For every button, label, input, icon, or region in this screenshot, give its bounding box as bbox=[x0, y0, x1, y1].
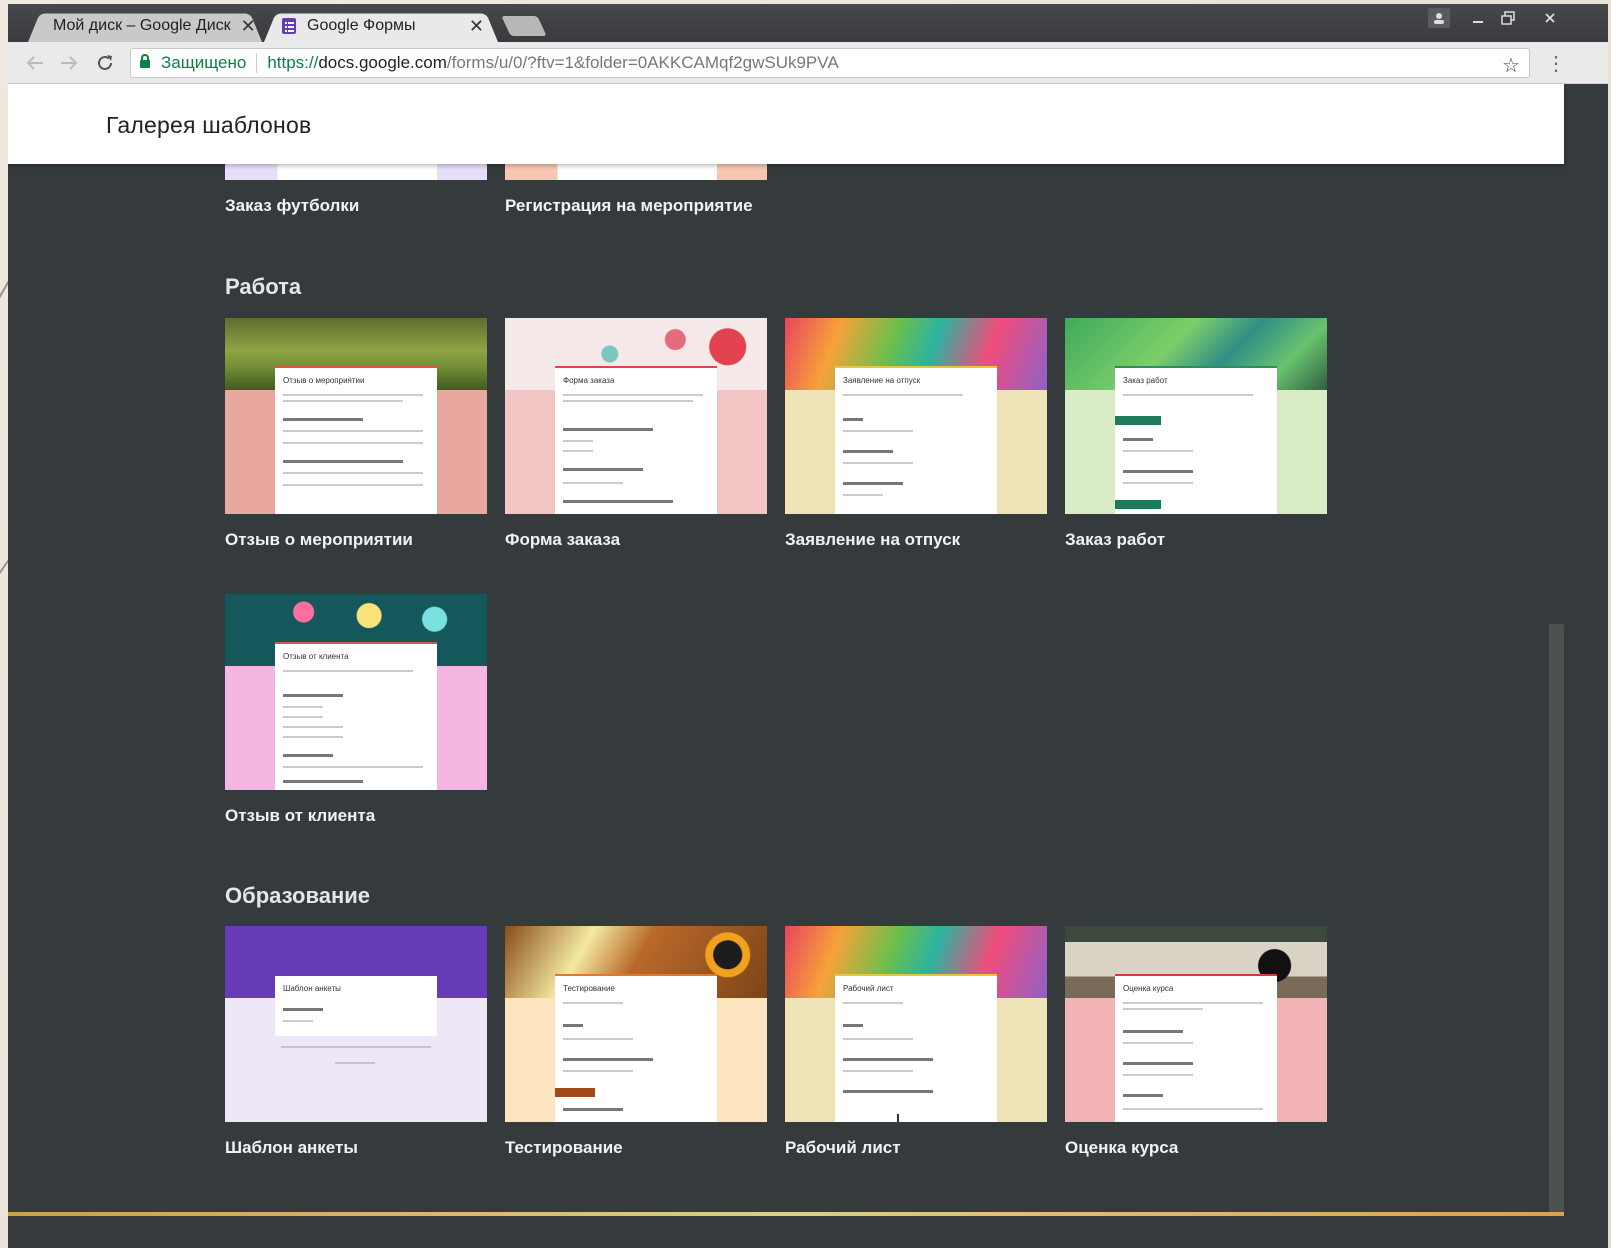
preview-title: Шаблон анкеты bbox=[283, 984, 341, 993]
template-label[interactable]: Отзыв о мероприятии bbox=[225, 530, 413, 550]
bookmark-star-icon[interactable]: ☆ bbox=[1502, 53, 1520, 78]
url-path: /forms/u/0/?ftv=1&folder=0AKKCAMqf2gwSUk… bbox=[446, 53, 839, 72]
template-card-event-feedback[interactable]: Отзыв о мероприятии bbox=[225, 318, 487, 514]
preview-title: Тестирование bbox=[563, 984, 615, 993]
template-label[interactable]: Шаблон анкеты bbox=[225, 1138, 358, 1158]
template-label[interactable]: Отзыв от клиента bbox=[225, 806, 375, 826]
template-card-event-registration[interactable] bbox=[505, 164, 767, 180]
template-gallery: Заказ футболки Регистрация на мероприяти… bbox=[8, 164, 1564, 1248]
restore-icon[interactable] bbox=[1494, 8, 1522, 28]
new-tab-button[interactable] bbox=[501, 16, 547, 36]
template-card-course-evaluation[interactable]: Оценка курса bbox=[1065, 926, 1327, 1122]
back-arrow-icon[interactable] bbox=[22, 50, 48, 76]
page-title: Галерея шаблонов bbox=[106, 112, 312, 138]
minimize-icon[interactable] bbox=[1464, 8, 1492, 28]
template-card-work-order[interactable]: Заказ работ bbox=[1065, 318, 1327, 514]
section-title-work: Работа bbox=[225, 274, 302, 299]
divider bbox=[256, 53, 258, 73]
tab-title: Мой диск – Google Диск bbox=[53, 17, 231, 34]
template-card-quiz[interactable]: Тестирование bbox=[505, 926, 767, 1122]
user-profile-icon[interactable] bbox=[1428, 8, 1450, 28]
preview-title: Заказ работ bbox=[1123, 376, 1168, 385]
tab-close-icon[interactable]: ✕ bbox=[469, 16, 484, 37]
taskbar-edge bbox=[8, 1212, 1564, 1216]
reload-icon[interactable] bbox=[92, 50, 118, 76]
browser-toolbar: Защищено https:// docs.google.com /forms… bbox=[8, 42, 1608, 84]
template-card-worksheet[interactable]: Рабочий лист bbox=[785, 926, 1047, 1122]
lock-icon bbox=[139, 53, 161, 73]
template-card-vacation-request[interactable]: Заявление на отпуск bbox=[785, 318, 1047, 514]
template-label[interactable]: Заявление на отпуск bbox=[785, 530, 960, 550]
url-host: docs.google.com bbox=[318, 53, 447, 72]
google-forms-icon bbox=[282, 18, 296, 34]
template-card-client-feedback[interactable]: Отзыв от клиента bbox=[225, 594, 487, 790]
template-card-order-form[interactable]: Форма заказа bbox=[505, 318, 767, 514]
template-label[interactable]: Заказ футболки bbox=[225, 196, 359, 216]
template-label[interactable]: Форма заказа bbox=[505, 530, 620, 550]
browser-menu-icon[interactable]: ⋮ bbox=[1546, 51, 1566, 76]
tab-strip: Мой диск – Google Диск ✕ Google Формы ✕ bbox=[8, 4, 1608, 42]
page-header: Галерея шаблонов bbox=[8, 84, 1564, 164]
template-label[interactable]: Регистрация на мероприятие bbox=[505, 196, 753, 216]
template-label[interactable]: Заказ работ bbox=[1065, 530, 1165, 550]
browser-window: Мой диск – Google Диск ✕ Google Формы ✕ bbox=[8, 4, 1608, 1248]
preview-title: Рабочий лист bbox=[843, 984, 894, 993]
tab-close-icon[interactable]: ✕ bbox=[241, 16, 256, 37]
template-label[interactable]: Рабочий лист bbox=[785, 1138, 901, 1158]
preview-title: Форма заказа bbox=[563, 376, 615, 385]
preview-title: Отзыв о мероприятии bbox=[283, 376, 365, 385]
template-label[interactable]: Оценка курса bbox=[1065, 1138, 1178, 1158]
tab-google-forms[interactable]: Google Формы ✕ bbox=[264, 10, 498, 42]
tab-google-drive[interactable]: Мой диск – Google Диск ✕ bbox=[28, 10, 262, 42]
template-card-survey-template[interactable]: Шаблон анкеты bbox=[225, 926, 487, 1122]
section-title-education: Образование bbox=[225, 883, 370, 908]
url-scheme: https:// bbox=[267, 53, 319, 72]
tab-title: Google Формы bbox=[307, 17, 416, 34]
desktop: Мой диск – Google Диск ✕ Google Формы ✕ bbox=[0, 0, 1611, 1248]
preview-title: Оценка курса bbox=[1123, 984, 1174, 993]
scrollbar-track[interactable] bbox=[1564, 84, 1608, 1248]
template-card-tshirt-order[interactable] bbox=[225, 164, 487, 180]
forward-arrow-icon[interactable] bbox=[56, 50, 82, 76]
preview-title: Заявление на отпуск bbox=[843, 376, 921, 385]
template-label[interactable]: Тестирование bbox=[505, 1138, 623, 1158]
preview-title: Отзыв от клиента bbox=[283, 652, 349, 661]
address-bar[interactable]: Защищено https:// docs.google.com /forms… bbox=[130, 48, 1530, 78]
close-window-icon[interactable] bbox=[1536, 8, 1564, 28]
secure-label: Защищено bbox=[161, 53, 247, 72]
